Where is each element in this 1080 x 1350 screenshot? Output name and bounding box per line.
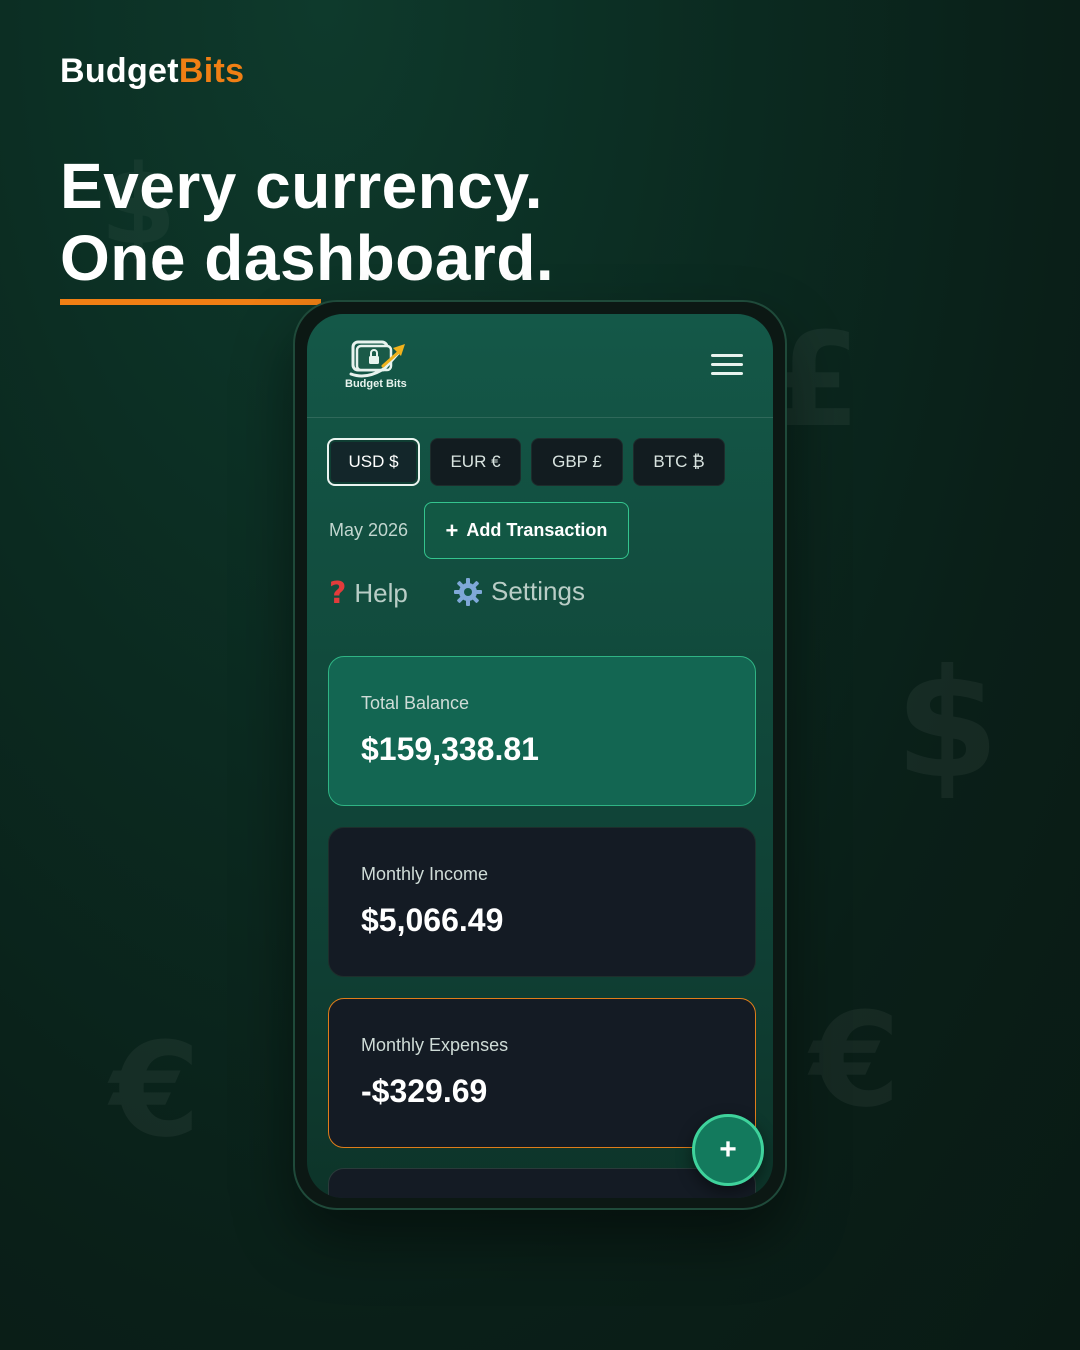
brand-logo: BudgetBits bbox=[60, 52, 244, 91]
current-month-label: May 2026 bbox=[329, 520, 409, 540]
app-logo-text: Budget Bits bbox=[345, 378, 407, 390]
monthly-expenses-card: Monthly Expenses -$329.69 bbox=[328, 998, 756, 1148]
gear-icon bbox=[454, 577, 482, 606]
monthly-income-value: $5,066.49 bbox=[361, 902, 504, 938]
brand-name-part1: Budget bbox=[60, 52, 179, 90]
monthly-expenses-value: -$329.69 bbox=[361, 1073, 488, 1109]
total-balance-value: $159,338.81 bbox=[361, 731, 539, 767]
total-balance-card: Total Balance $159,338.81 bbox=[328, 656, 756, 806]
settings-label: Settings bbox=[491, 576, 585, 606]
currency-usd-button[interactable]: USD $ bbox=[327, 438, 420, 486]
question-mark-icon: ? bbox=[329, 576, 347, 611]
plus-icon: + bbox=[445, 517, 459, 543]
monthly-income-label: Monthly Income bbox=[361, 864, 489, 884]
help-link[interactable]: ? Help bbox=[329, 576, 408, 611]
phone-frame: Budget Bits USD $ EUR € GBP £ BTC ₿ May … bbox=[293, 300, 787, 1210]
help-label: Help bbox=[354, 578, 408, 608]
headline-line2: One dashboard. bbox=[60, 222, 555, 294]
add-transaction-label: Add Transaction bbox=[466, 520, 608, 540]
app-header: Budget Bits bbox=[307, 314, 773, 418]
plus-icon: + bbox=[719, 1133, 737, 1166]
currency-eur-button[interactable]: EUR € bbox=[430, 438, 521, 486]
currency-gbp-button[interactable]: GBP £ bbox=[531, 438, 623, 486]
monthly-expenses-label: Monthly Expenses bbox=[361, 1035, 509, 1055]
headline-underline bbox=[60, 299, 321, 305]
phone-screen: Budget Bits USD $ EUR € GBP £ BTC ₿ May … bbox=[307, 314, 773, 1198]
add-floating-button[interactable]: + bbox=[692, 1114, 764, 1186]
next-card-partial bbox=[328, 1168, 756, 1198]
currency-btc-button[interactable]: BTC ₿ bbox=[633, 438, 725, 486]
bg-euro-symbol: € bbox=[810, 984, 901, 1136]
headline: Every currency. One dashboard. bbox=[60, 150, 554, 294]
bg-euro-symbol: € bbox=[110, 1014, 201, 1166]
brand-name-part2: Bits bbox=[178, 52, 245, 90]
add-transaction-button[interactable]: + Add Transaction bbox=[424, 502, 629, 559]
monthly-income-card: Monthly Income $5,066.49 bbox=[328, 827, 756, 977]
bg-dollar-symbol: $ bbox=[895, 638, 1000, 812]
settings-link[interactable]: Settings bbox=[453, 576, 585, 607]
total-balance-label: Total Balance bbox=[361, 693, 470, 713]
hamburger-menu-icon[interactable] bbox=[711, 352, 745, 378]
headline-line1: Every currency. bbox=[60, 150, 544, 222]
